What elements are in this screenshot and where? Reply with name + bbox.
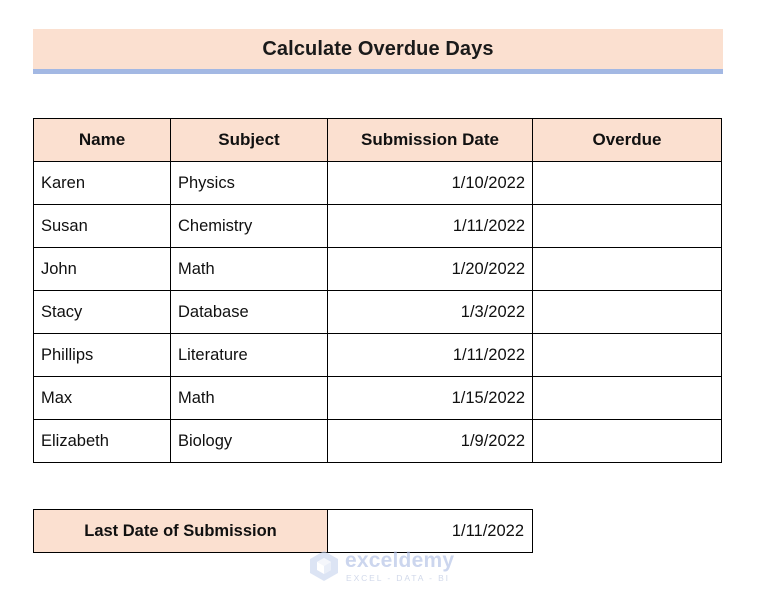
- watermark-tagline: EXCEL - DATA - BI: [346, 573, 450, 583]
- cell-overdue: [532, 333, 722, 377]
- column-header-name: Name: [33, 118, 171, 162]
- table-row: Susan Chemistry 1/11/2022: [33, 204, 722, 248]
- cell-submission-date: 1/15/2022: [327, 376, 533, 420]
- overdue-days-table: Name Subject Submission Date Overdue Kar…: [33, 118, 722, 463]
- cell-subject: Physics: [170, 161, 328, 205]
- cell-name: Max: [33, 376, 171, 420]
- cell-subject: Literature: [170, 333, 328, 377]
- watermark-name: exceldemy: [345, 549, 455, 572]
- cell-name: John: [33, 247, 171, 291]
- cell-subject: Math: [170, 376, 328, 420]
- footer-row: Last Date of Submission 1/11/2022: [33, 509, 533, 553]
- last-date-value: 1/11/2022: [327, 509, 533, 553]
- cell-name: Susan: [33, 204, 171, 248]
- cell-subject: Database: [170, 290, 328, 334]
- table-header-row: Name Subject Submission Date Overdue: [33, 118, 722, 162]
- cell-name: Elizabeth: [33, 419, 171, 463]
- last-date-label: Last Date of Submission: [33, 509, 328, 553]
- table-row: John Math 1/20/2022: [33, 247, 722, 291]
- cell-overdue: [532, 419, 722, 463]
- cell-name: Karen: [33, 161, 171, 205]
- watermark: exceldemy EXCEL - DATA - BI: [309, 550, 454, 583]
- cell-overdue: [532, 376, 722, 420]
- table-row: Stacy Database 1/3/2022: [33, 290, 722, 334]
- table-body: Karen Physics 1/10/2022 Susan Chemistry …: [33, 161, 722, 463]
- cell-submission-date: 1/11/2022: [327, 333, 533, 377]
- table-row: Phillips Literature 1/11/2022: [33, 333, 722, 377]
- cell-name: Phillips: [33, 333, 171, 377]
- cell-subject: Biology: [170, 419, 328, 463]
- cell-name: Stacy: [33, 290, 171, 334]
- cell-overdue: [532, 204, 722, 248]
- page-title-banner: Calculate Overdue Days: [33, 29, 723, 74]
- column-header-overdue: Overdue: [532, 118, 722, 162]
- cell-overdue: [532, 290, 722, 334]
- column-header-submission-date: Submission Date: [327, 118, 533, 162]
- column-header-subject: Subject: [170, 118, 328, 162]
- cell-submission-date: 1/10/2022: [327, 161, 533, 205]
- table-row: Max Math 1/15/2022: [33, 376, 722, 420]
- page-title: Calculate Overdue Days: [262, 38, 494, 60]
- cell-overdue: [532, 247, 722, 291]
- cell-submission-date: 1/11/2022: [327, 204, 533, 248]
- cube-logo-icon: [310, 551, 338, 582]
- table-row: Elizabeth Biology 1/9/2022: [33, 419, 722, 463]
- cell-overdue: [532, 161, 722, 205]
- cell-subject: Math: [170, 247, 328, 291]
- cell-subject: Chemistry: [170, 204, 328, 248]
- watermark-text: exceldemy EXCEL - DATA - BI: [345, 550, 454, 583]
- table-header: Name Subject Submission Date Overdue: [33, 118, 722, 162]
- last-date-of-submission-table: Last Date of Submission 1/11/2022: [33, 509, 533, 553]
- cell-submission-date: 1/20/2022: [327, 247, 533, 291]
- table-row: Karen Physics 1/10/2022: [33, 161, 722, 205]
- cell-submission-date: 1/9/2022: [327, 419, 533, 463]
- cell-submission-date: 1/3/2022: [327, 290, 533, 334]
